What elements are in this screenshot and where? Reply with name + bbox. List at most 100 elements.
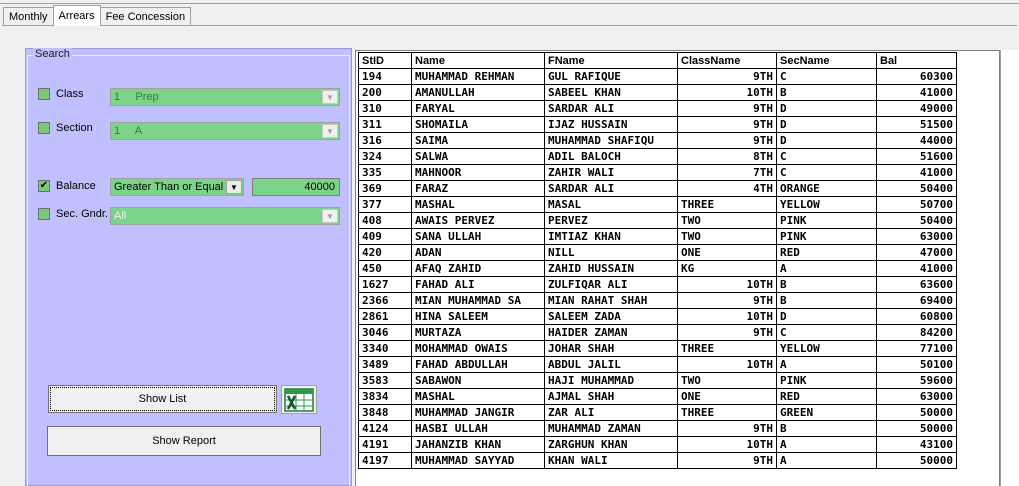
table-row[interactable]: 316 SAIMA MUHAMMAD SHAFIQU 9TH D 44000 [358, 132, 957, 149]
cell-name: MURTAZA [411, 324, 545, 341]
cell-stid: 4197 [358, 452, 412, 469]
column-header-classname[interactable]: ClassName [677, 52, 777, 69]
cell-classname: 9TH [677, 452, 777, 469]
table-row[interactable]: 450 AFAQ ZAHID ZAHID HUSSAIN KG A 41000 [358, 260, 957, 277]
cell-fname: ZAHID HUSSAIN [544, 260, 678, 277]
cell-name: FARYAL [411, 100, 545, 117]
cell-name: ADAN [411, 244, 545, 261]
tab-monthly[interactable]: Monthly [3, 7, 54, 26]
table-row[interactable]: 3848 MUHAMMAD JANGIR ZAR ALI THREE GREEN 5000… [358, 404, 957, 421]
cell-fname: GUL RAFIQUE [544, 68, 678, 85]
table-row[interactable]: 2366 MIAN MUHAMMAD SA MIAN RAHAT SHAH 9TH B 6… [358, 292, 957, 309]
show-list-button[interactable]: Show List [48, 385, 277, 413]
table-row[interactable]: 2861 HINA SALEEM SALEEM ZADA 10TH D 60800 [358, 308, 957, 325]
cell-name: AFAQ ZAHID [411, 260, 545, 277]
table-row[interactable]: 377 MASHAL MASAL THREE YELLOW 50700 [358, 196, 957, 213]
table-row[interactable]: 408 AWAIS PERVEZ PERVEZ TWO PINK 50400 [358, 212, 957, 229]
cell-fname: SALEEM ZADA [544, 308, 678, 325]
cell-classname: 9TH [677, 132, 777, 149]
tab-arrears[interactable]: Arrears [52, 5, 101, 26]
table-row[interactable]: 4197 MUHAMMAD SAYYAD KHAN WALI 9TH A 50000 [358, 452, 957, 469]
chevron-down-icon[interactable]: ▼ [322, 124, 338, 138]
table-row[interactable]: 369 FARAZ SARDAR ALI 4TH ORANGE 50400 [358, 180, 957, 197]
cell-bal: 60300 [876, 68, 957, 85]
cell-secname: RED [776, 388, 877, 405]
cell-name: SALWA [411, 148, 545, 165]
section-combo-value: 1 A [114, 125, 143, 137]
column-header-secname[interactable]: SecName [776, 52, 877, 69]
table-row[interactable]: 311 SHOMAILA IJAZ HUSSAIN 9TH D 51500 [358, 116, 957, 133]
column-header-fname[interactable]: FName [544, 52, 678, 69]
class-checkbox[interactable] [38, 88, 50, 100]
cell-fname: SABEEL KHAN [544, 84, 678, 101]
cell-bal: 50000 [876, 420, 957, 437]
cell-stid: 2861 [358, 308, 412, 325]
grid-right-area [1000, 50, 1019, 486]
cell-classname: 9TH [677, 116, 777, 133]
sec-gender-combo-value: All [114, 210, 127, 222]
cell-fname: AJMAL SHAH [544, 388, 678, 405]
table-row[interactable]: 1627 FAHAD ALI ZULFIQAR ALI 10TH B 63600 [358, 276, 957, 293]
cell-bal: 50400 [876, 180, 957, 197]
table-row[interactable]: 324 SALWA ADIL BALOCH 8TH C 51600 [358, 148, 957, 165]
show-report-button[interactable]: Show Report [47, 426, 321, 456]
cell-bal: 51500 [876, 116, 957, 133]
cell-name: MOHAMMAD OWAIS [411, 340, 545, 357]
balance-label: Balance [56, 180, 96, 192]
table-row[interactable]: 3583 SABAWON HAJI MUHAMMAD TWO PINK 59600 [358, 372, 957, 389]
chevron-down-icon[interactable]: ▼ [322, 209, 338, 223]
app-window: Monthly Arrears Fee Concession Search Cl… [0, 0, 1019, 486]
column-header-bal[interactable]: Bal [876, 52, 957, 69]
tab-fee-concession[interactable]: Fee Concession [99, 7, 192, 26]
cell-classname: 9TH [677, 68, 777, 85]
balance-checkbox[interactable]: ✔ [38, 180, 50, 192]
cell-secname: A [776, 452, 877, 469]
table-row[interactable]: 4124 HASBI ULLAH MUHAMMAD ZAMAN 9TH B 50000 [358, 420, 957, 437]
cell-stid: 311 [358, 116, 412, 133]
cell-name: MASHAL [411, 196, 545, 213]
table-row[interactable]: 194 MUHAMMAD REHMAN GUL RAFIQUE 9TH C 60300 [358, 68, 957, 85]
class-combo[interactable]: 1 Prep ▼ [110, 88, 340, 106]
cell-bal: 43100 [876, 436, 957, 453]
cell-stid: 1627 [358, 276, 412, 293]
table-row[interactable]: 420 ADAN NILL ONE RED 47000 [358, 244, 957, 261]
table-row[interactable]: 3340 MOHAMMAD OWAIS JOHAR SHAH THREE YELLOW 7… [358, 340, 957, 357]
cell-stid: 3583 [358, 372, 412, 389]
table-row[interactable]: 3489 FAHAD ABDULLAH ABDUL JALIL 10TH A 50100 [358, 356, 957, 373]
chevron-down-icon[interactable]: ▼ [322, 90, 338, 104]
cell-classname: 9TH [677, 324, 777, 341]
column-header-stid[interactable]: StID [358, 52, 412, 69]
sec-gender-checkbox[interactable] [38, 208, 50, 220]
cell-fname: MUHAMMAD ZAMAN [544, 420, 678, 437]
balance-amount-input[interactable]: 40000 [252, 178, 340, 196]
cell-stid: 4191 [358, 436, 412, 453]
chevron-down-icon[interactable]: ▼ [226, 180, 242, 194]
sec-gender-filter: Sec. Gndr. [38, 208, 108, 220]
table-row[interactable]: 409 SANA ULLAH IMTIAZ KHAN TWO PINK 63000 [358, 228, 957, 245]
cell-classname: ONE [677, 388, 777, 405]
cell-stid: 369 [358, 180, 412, 197]
cell-bal: 50000 [876, 452, 957, 469]
table-row[interactable]: 3834 MASHAL AJMAL SHAH ONE RED 63000 [358, 388, 957, 405]
excel-export-button[interactable] [281, 385, 317, 414]
cell-secname: C [776, 68, 877, 85]
table-row[interactable]: 335 MAHNOOR ZAHIR WALI 7TH C 41000 [358, 164, 957, 181]
cell-classname: TWO [677, 212, 777, 229]
table-row[interactable]: 310 FARYAL SARDAR ALI 9TH D 49000 [358, 100, 957, 117]
table-row[interactable]: 200 AMANULLAH SABEEL KHAN 10TH B 41000 [358, 84, 957, 101]
balance-operator-combo[interactable]: Greater Than or Equal ▼ [110, 178, 244, 196]
table-row[interactable]: 4191 JAHANZIB KHAN ZARGHUN KHAN 10TH A 43100 [358, 436, 957, 453]
cell-name: AWAIS PERVEZ [411, 212, 545, 229]
arrears-table: StID Name FName ClassName SecName Bal 19… [358, 52, 957, 469]
sec-gender-combo[interactable]: All ▼ [110, 207, 340, 225]
cell-fname: JOHAR SHAH [544, 340, 678, 357]
section-combo[interactable]: 1 A ▼ [110, 122, 340, 140]
cell-classname: 4TH [677, 180, 777, 197]
cell-secname: ORANGE [776, 180, 877, 197]
cell-secname: C [776, 324, 877, 341]
table-row[interactable]: 3046 MURTAZA HAIDER ZAMAN 9TH C 84200 [358, 324, 957, 341]
column-header-name[interactable]: Name [411, 52, 545, 69]
cell-bal: 51600 [876, 148, 957, 165]
cell-bal: 49000 [876, 100, 957, 117]
section-checkbox[interactable] [38, 122, 50, 134]
